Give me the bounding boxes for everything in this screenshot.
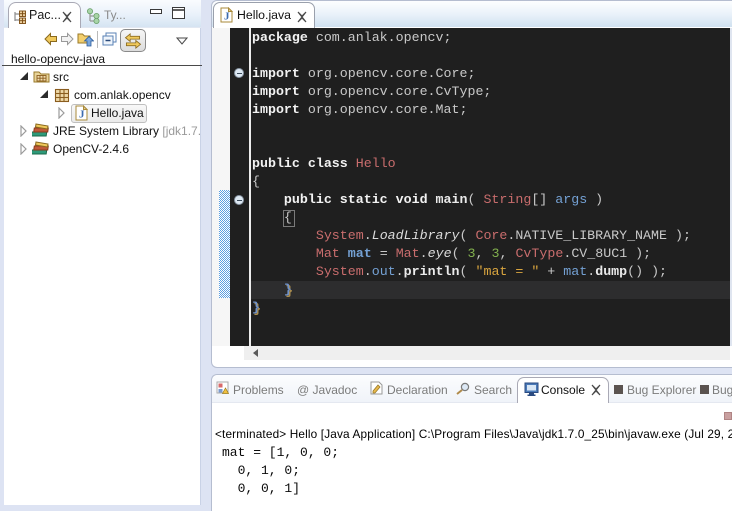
svg-text:J: J [224, 11, 230, 23]
svg-text:J: J [79, 109, 85, 121]
